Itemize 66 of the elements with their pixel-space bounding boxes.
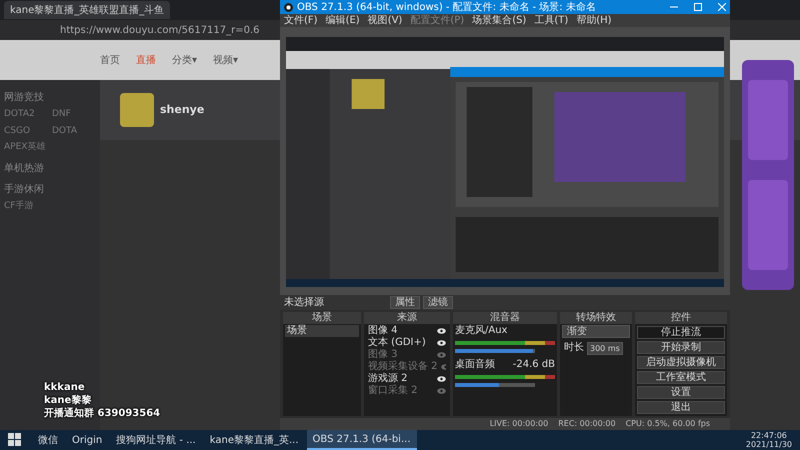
menu-item[interactable]: 工具(T) xyxy=(534,13,568,28)
avatar xyxy=(120,93,154,127)
toolbar-button[interactable]: 属性 xyxy=(390,296,420,309)
category-heading: 单机热游 xyxy=(4,162,45,176)
browser-tab[interactable]: kane黎黎直播_英雄联盟直播_斗鱼 xyxy=(4,1,170,19)
streamer-name: shenye xyxy=(160,102,204,118)
channel-reading: -24.6 dB xyxy=(512,359,555,372)
taskbar-item[interactable]: kane黎黎直播_英... xyxy=(204,430,305,450)
status-text: REC: 00:00:00 xyxy=(558,418,616,430)
control-button[interactable]: 设置 xyxy=(637,386,725,399)
address-bar[interactable]: https://www.douyu.com/5617117_r=0.6 xyxy=(60,22,260,38)
source-item[interactable]: 图像 3 xyxy=(368,349,398,361)
channel-name: 桌面音频 xyxy=(455,359,495,372)
overlay-text: kane黎黎 xyxy=(44,395,92,407)
category-heading: 手游休闲 xyxy=(4,182,45,196)
start-icon[interactable] xyxy=(8,433,22,447)
control-button[interactable]: 工作室模式 xyxy=(637,371,725,384)
taskbar-item[interactable]: 搜狗网址导航 - ... xyxy=(110,430,202,450)
eye-icon[interactable] xyxy=(437,376,446,382)
control-button[interactable]: 退出 xyxy=(637,401,725,414)
window-title: OBS 27.1.3 (64-bit, windows) - 配置文件: 未命名 - 场景: 未命名 xyxy=(297,0,596,14)
dock-title: 混音器 xyxy=(453,312,557,324)
source-item[interactable]: 文本 (GDI+) xyxy=(368,337,426,349)
overlay-text: kkkane xyxy=(44,382,86,394)
menu-item[interactable]: 场景集合(S) xyxy=(472,13,526,28)
status-text: LIVE: 00:00:00 xyxy=(490,418,548,430)
stream-dropdown[interactable]: 停止推流 xyxy=(637,326,725,339)
maximize-icon[interactable] xyxy=(694,3,702,11)
nav-link[interactable]: 分类▾ xyxy=(172,52,198,68)
dock-title: 来源 xyxy=(364,312,450,324)
dock-title: 场景 xyxy=(283,312,361,324)
source-item[interactable]: 窗口采集 2 xyxy=(368,385,418,397)
nav-link[interactable]: 首页 xyxy=(100,52,120,68)
transition-select[interactable]: 渐变 xyxy=(562,325,630,338)
taskbar-item[interactable]: OBS 27.1.3 (64-bi... xyxy=(306,430,416,450)
control-button[interactable]: 启动虚拟摄像机 xyxy=(637,356,725,369)
duration-label: 时长 xyxy=(564,342,584,354)
overlay-text: 开播通知群 639093564 xyxy=(44,408,160,420)
control-button[interactable]: 开始录制 xyxy=(637,341,725,354)
source-item[interactable]: 视频采集设备 2 xyxy=(368,361,438,373)
volume-slider[interactable] xyxy=(455,349,535,353)
duration-field[interactable]: 300 ms xyxy=(587,342,623,354)
channel-name: 麦克风/Aux xyxy=(455,325,508,338)
scene-item[interactable]: 场景 xyxy=(285,325,359,337)
menu-item[interactable]: 文件(F) xyxy=(284,13,318,28)
status-text: CPU: 0.5%, 60.00 fps xyxy=(626,418,710,430)
dock-title: 转场特效 xyxy=(560,312,632,324)
close-icon[interactable] xyxy=(718,3,726,11)
taskbar-item[interactable]: 微信 xyxy=(32,430,64,450)
nav-link[interactable]: 视频▾ xyxy=(213,52,238,68)
volume-slider[interactable] xyxy=(455,383,535,387)
clock-date: 2021/11/30 xyxy=(746,440,792,449)
obs-logo-icon xyxy=(284,2,293,12)
eye-icon[interactable] xyxy=(437,328,446,334)
toolbar-button[interactable]: 滤镜 xyxy=(423,296,453,309)
source-item[interactable]: 游戏源 2 xyxy=(368,373,408,385)
menu-item[interactable]: 帮助(H) xyxy=(576,13,612,28)
eye-icon[interactable] xyxy=(437,340,446,346)
source-item[interactable]: 图像 4 xyxy=(368,325,398,337)
category-heading: 网游竞技 xyxy=(4,90,45,105)
menu-item[interactable]: 视图(V) xyxy=(368,13,402,28)
clock-time: 22:47:06 xyxy=(750,431,788,440)
source-label: 未选择源 xyxy=(284,296,324,310)
dock-title: 控件 xyxy=(635,312,727,324)
menu-item[interactable]: 编辑(E) xyxy=(326,13,360,28)
taskbar-item[interactable]: Origin xyxy=(66,430,108,450)
